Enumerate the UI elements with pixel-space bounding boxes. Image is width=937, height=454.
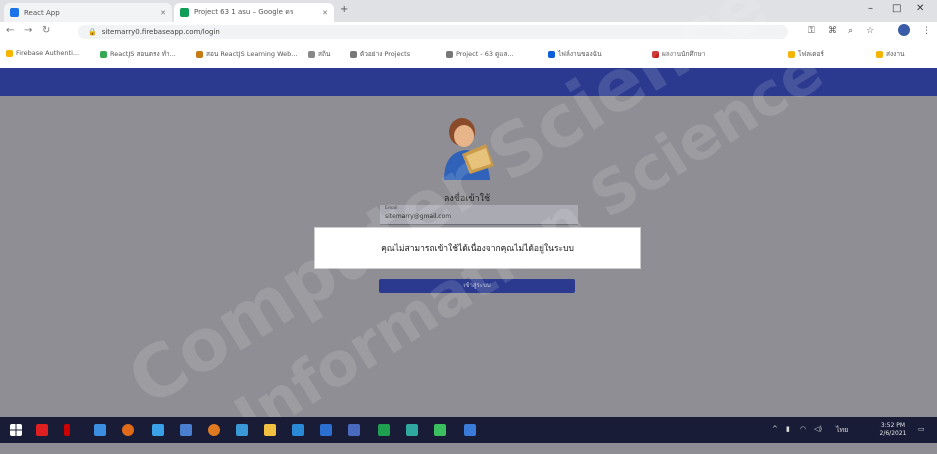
login-submit-button[interactable]: เข้าสู่ระบบ <box>379 279 575 293</box>
tab-favicon-icon <box>10 8 19 17</box>
key-icon[interactable]: ⚿ <box>808 26 815 36</box>
close-window-button[interactable]: ✕ <box>916 3 924 14</box>
battery-icon[interactable]: ▮ <box>786 425 790 433</box>
close-icon[interactable]: ✕ <box>320 9 330 17</box>
windows-start-icon[interactable] <box>10 424 22 436</box>
maximize-button[interactable]: □ <box>892 3 901 14</box>
profile-avatar[interactable] <box>898 24 910 36</box>
network-icon[interactable]: ◠ <box>800 425 806 433</box>
clock-time: 3:52 PM <box>880 422 906 429</box>
volume-icon[interactable]: ◁) <box>814 425 822 433</box>
bookmark-icon <box>6 49 13 57</box>
forward-icon[interactable]: → <box>24 25 32 36</box>
translate-icon[interactable]: ⌘ <box>828 26 837 36</box>
bookmark-icon <box>548 50 555 58</box>
tab-label: React App <box>24 8 60 17</box>
bookmark-icon <box>446 50 453 58</box>
app-icon[interactable] <box>122 424 134 436</box>
menu-dots-icon[interactable]: ⋮ <box>922 26 931 36</box>
app-icon[interactable] <box>94 424 106 436</box>
tab-react-app[interactable]: React App ✕ <box>4 3 172 22</box>
folder-icon[interactable] <box>264 424 276 436</box>
app-icon[interactable] <box>464 424 476 436</box>
taskbar: ^ ▮ ◠ ◁) ไทย 3:52 PM 2/6/2021 ▭ <box>0 417 937 443</box>
app-icon[interactable] <box>348 424 360 436</box>
dialog-message: คุณไม่สามารถเข้าใช้ได้เนื่องจากคุณไม่ได้… <box>381 244 574 254</box>
new-tab-button[interactable]: + <box>340 4 348 15</box>
close-icon[interactable]: ✕ <box>158 9 168 17</box>
bookmark-item[interactable]: ผลงานนักศึกษา <box>652 49 705 59</box>
url-text: sitemarry0.firebaseapp.com/login <box>101 28 220 36</box>
bookmark-item[interactable]: ส่งงาน <box>876 49 904 59</box>
bookmark-icon <box>350 50 357 58</box>
tab-google-sheets[interactable]: Project 63 1 asu – Google ดร ✕ <box>174 3 334 22</box>
app-icon[interactable] <box>378 424 390 436</box>
bookmark-item[interactable]: ตัวอย่าง Projects <box>350 49 410 59</box>
star-icon[interactable]: ☆ <box>866 26 874 36</box>
tab-label: Project 63 1 asu – Google ดร <box>194 8 294 16</box>
bookmark-item[interactable]: สถิน <box>308 49 330 59</box>
app-icon[interactable] <box>292 424 304 436</box>
bookmark-item[interactable]: ReactJS สอนตรง ทำ... <box>100 49 176 59</box>
browser-tab-strip: React App ✕ Project 63 1 asu – Google ดร… <box>0 0 937 22</box>
notification-icon[interactable]: ▭ <box>918 425 925 433</box>
email-value: sitemarry@gmail.com <box>385 213 452 220</box>
clock-date: 2/6/2021 <box>879 430 907 437</box>
app-icon[interactable] <box>320 424 332 436</box>
bookmark-icon <box>652 50 659 58</box>
email-field[interactable]: Email sitemarry@gmail.com <box>380 205 578 225</box>
app-icon[interactable] <box>406 424 418 436</box>
bookmark-icon <box>100 50 107 58</box>
input-language[interactable]: ไทย <box>836 425 848 436</box>
app-icon[interactable] <box>208 424 220 436</box>
chevron-up-icon[interactable]: ^ <box>772 425 778 433</box>
sheets-icon <box>180 8 189 17</box>
app-icon[interactable] <box>64 424 70 436</box>
clock[interactable]: 3:52 PM 2/6/2021 <box>878 422 908 438</box>
bookmark-item[interactable]: โฟลเดอร์ <box>788 49 824 59</box>
bookmark-item[interactable]: Project - 63 ดูแล... <box>446 49 514 59</box>
bookmark-icon <box>308 50 315 58</box>
minimize-button[interactable]: – <box>868 3 873 14</box>
address-bar-row: ← → ↻ 🔒 sitemarry0.firebaseapp.com/login… <box>0 22 937 43</box>
bookmark-icon <box>196 50 203 58</box>
app-icon[interactable] <box>434 424 446 436</box>
app-icon[interactable] <box>180 424 192 436</box>
zoom-icon[interactable]: ⌕ <box>848 26 853 36</box>
lock-icon: 🔒 <box>88 28 97 36</box>
app-header-bar <box>0 68 937 96</box>
address-input[interactable]: 🔒 sitemarry0.firebaseapp.com/login <box>78 25 788 39</box>
folder-icon <box>788 50 795 58</box>
app-icon[interactable] <box>236 424 248 436</box>
user-avatar-icon <box>444 118 494 180</box>
folder-icon <box>876 50 883 58</box>
bookmark-item[interactable]: สอน ReactJS Learning Web... <box>196 49 297 59</box>
login-title: ลงชื่อเข้าใช้ <box>443 194 491 204</box>
email-label: Email <box>385 206 398 211</box>
app-icon[interactable] <box>36 424 48 436</box>
bookmark-item[interactable]: Firebase Authenti... <box>6 49 79 57</box>
app-icon[interactable] <box>152 424 164 436</box>
back-icon[interactable]: ← <box>6 25 14 36</box>
bookmark-item[interactable]: ไฟล์งานของฉัน <box>548 49 602 59</box>
bookmarks-bar: Firebase Authenti... ReactJS สอนตรง ทำ..… <box>0 42 937 69</box>
reload-icon[interactable]: ↻ <box>42 25 50 36</box>
error-dialog: คุณไม่สามารถเข้าใช้ได้เนื่องจากคุณไม่ได้… <box>314 227 641 269</box>
